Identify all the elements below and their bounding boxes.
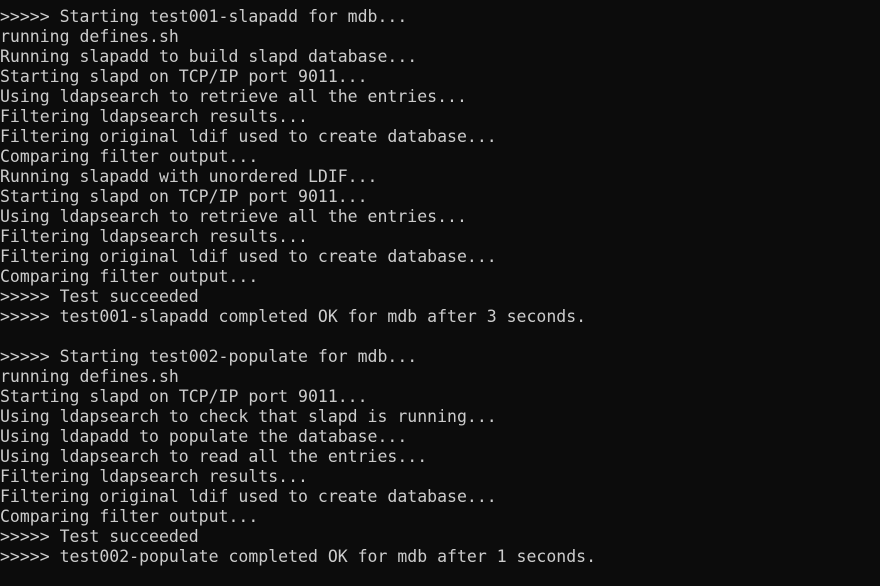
terminal-line: Starting slapd on TCP/IP port 9011... [0,67,368,86]
terminal-line: Starting slapd on TCP/IP port 9011... [0,387,368,406]
terminal-line: running defines.sh [0,27,179,46]
terminal-line: Filtering original ldif used to create d… [0,487,497,506]
terminal-line: >>>>> test002-populate completed OK for … [0,547,597,566]
terminal-line: Filtering ldapsearch results... [0,467,308,486]
terminal-line: Using ldapsearch to check that slapd is … [0,407,497,426]
terminal-line: >>>>> Starting test001-slapadd for mdb..… [0,7,408,26]
terminal-line: Filtering ldapsearch results... [0,107,308,126]
terminal-line: Filtering original ldif used to create d… [0,247,497,266]
terminal-line: Running slapadd to build slapd database.… [0,47,418,66]
terminal-line: running defines.sh [0,367,179,386]
terminal-output[interactable]: >>>>> Starting test001-slapadd for mdb..… [0,0,880,586]
terminal-line: Running slapadd with unordered LDIF... [0,167,378,186]
terminal-line: Using ldapsearch to retrieve all the ent… [0,87,467,106]
terminal-line: Comparing filter output... [0,147,259,166]
terminal-line: Comparing filter output... [0,507,259,526]
terminal-line: >>>>> Test succeeded [0,527,199,546]
terminal-line: >>>>> test001-slapadd completed OK for m… [0,307,587,326]
terminal-line: Using ldapsearch to read all the entries… [0,447,428,466]
terminal-line: Using ldapsearch to retrieve all the ent… [0,207,467,226]
terminal-line: Filtering ldapsearch results... [0,227,308,246]
terminal-line: Starting slapd on TCP/IP port 9011... [0,187,368,206]
terminal-line: Using ldapadd to populate the database..… [0,427,408,446]
terminal-line: Comparing filter output... [0,267,259,286]
terminal-line: >>>>> Starting test002-populate for mdb.… [0,347,418,366]
terminal-line: >>>>> Test succeeded [0,287,199,306]
terminal-line: Filtering original ldif used to create d… [0,127,497,146]
